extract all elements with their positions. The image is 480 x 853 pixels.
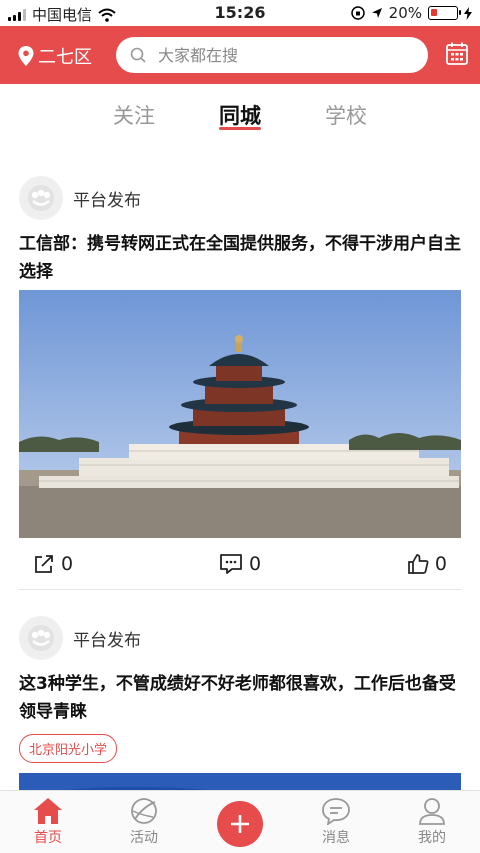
calendar-icon bbox=[446, 42, 468, 65]
post-title[interactable]: 这3种学生，不管成绩好不好老师都很喜欢，工作后也备受领导青睐 bbox=[19, 670, 461, 726]
publish-button[interactable] bbox=[217, 801, 263, 847]
share-count: 0 bbox=[61, 552, 74, 575]
comment-button[interactable]: 0 bbox=[219, 553, 261, 575]
status-right: 20% bbox=[350, 4, 472, 22]
search-icon bbox=[130, 47, 146, 63]
nav-profile-label: 我的 bbox=[418, 830, 446, 846]
tab-following[interactable]: 关注 bbox=[113, 84, 155, 144]
comment-count: 0 bbox=[248, 552, 262, 575]
post-image[interactable] bbox=[19, 773, 461, 790]
news-feed[interactable]: 平台发布 工信部：携号转网正式在全国提供服务，不得干涉用户自主选择 0 0 0 … bbox=[0, 166, 480, 790]
message-icon bbox=[322, 798, 350, 825]
nav-profile[interactable]: 我的 bbox=[384, 791, 480, 853]
search-input[interactable] bbox=[158, 45, 398, 65]
share-icon bbox=[35, 554, 53, 573]
share-button[interactable]: 0 bbox=[33, 553, 73, 575]
platform-logo-icon bbox=[28, 185, 54, 211]
feed-post[interactable]: 平台发布 工信部：携号转网正式在全国提供服务，不得干涉用户自主选择 0 0 0 bbox=[0, 166, 480, 590]
tab-local[interactable]: 同城 bbox=[219, 84, 261, 144]
feed-post[interactable]: 平台发布 这3种学生，不管成绩好不好老师都很喜欢，工作后也备受领导青睐 北京阳光… bbox=[0, 606, 480, 790]
platform-logo-icon bbox=[28, 625, 54, 651]
post-header: 平台发布 bbox=[19, 606, 461, 670]
nav-home-label: 首页 bbox=[34, 830, 62, 846]
like-count: 0 bbox=[434, 552, 447, 575]
post-header: 平台发布 bbox=[19, 166, 461, 230]
charging-icon bbox=[464, 6, 472, 20]
battery-percent: 20% bbox=[388, 4, 422, 22]
orientation-lock-icon bbox=[350, 6, 365, 20]
school-tag[interactable]: 北京阳光小学 bbox=[19, 734, 118, 763]
battery-icon bbox=[428, 6, 461, 20]
post-author: 平台发布 bbox=[73, 630, 141, 651]
location-selector[interactable]: 二七区 bbox=[18, 43, 92, 69]
thumbs-up-icon bbox=[408, 553, 429, 574]
nav-activity[interactable]: 活动 bbox=[96, 791, 192, 853]
location-label: 二七区 bbox=[38, 47, 92, 68]
post-image[interactable] bbox=[19, 290, 461, 538]
search-bar[interactable] bbox=[116, 37, 428, 73]
post-title[interactable]: 工信部：携号转网正式在全国提供服务，不得干涉用户自主选择 bbox=[19, 230, 461, 286]
activity-icon bbox=[131, 798, 157, 824]
location-pin-icon bbox=[18, 46, 34, 66]
calendar-button[interactable] bbox=[446, 42, 468, 70]
avatar[interactable] bbox=[19, 176, 63, 220]
nav-publish[interactable] bbox=[192, 791, 288, 853]
tab-school[interactable]: 学校 bbox=[325, 84, 367, 144]
profile-icon bbox=[419, 798, 445, 825]
avatar[interactable] bbox=[19, 616, 63, 660]
location-arrow-icon bbox=[371, 8, 382, 18]
nav-messages-label: 消息 bbox=[322, 830, 350, 846]
bottom-nav: 首页 活动 消息 我的 bbox=[0, 790, 480, 853]
post-actions: 0 0 0 bbox=[19, 538, 461, 590]
tab-bar: 关注 同城 学校 bbox=[0, 84, 480, 144]
post-author: 平台发布 bbox=[73, 190, 141, 211]
nav-home[interactable]: 首页 bbox=[0, 791, 96, 853]
status-bar: 中国电信 15:26 20% bbox=[0, 0, 480, 26]
like-button[interactable]: 0 bbox=[407, 553, 447, 575]
nav-activity-label: 活动 bbox=[130, 830, 158, 846]
comment-icon bbox=[220, 553, 242, 574]
nav-messages[interactable]: 消息 bbox=[288, 791, 384, 853]
plus-icon bbox=[231, 815, 249, 833]
top-header: 二七区 bbox=[0, 26, 480, 84]
home-icon bbox=[34, 798, 62, 824]
